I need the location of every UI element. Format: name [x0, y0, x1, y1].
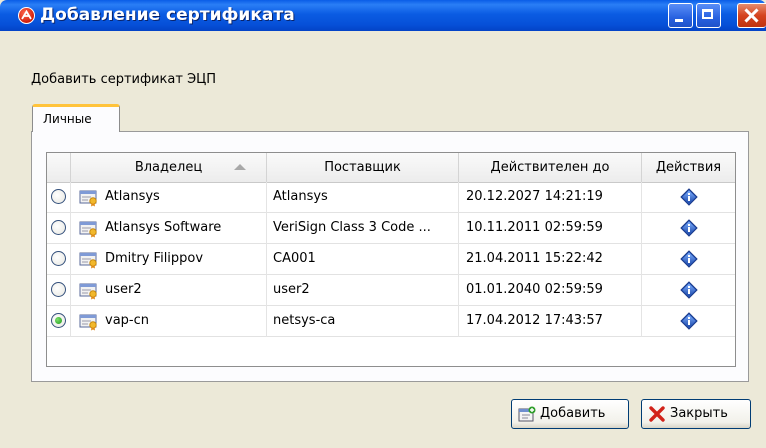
- certificate-icon: [79, 282, 99, 300]
- info-icon[interactable]: [679, 188, 698, 206]
- owner-cell: Atlansys: [71, 182, 267, 213]
- column-header-owner-label: Владелец: [134, 160, 203, 175]
- column-header-issuer[interactable]: Поставщик: [267, 153, 459, 182]
- add-button-label: Добавить: [540, 406, 606, 421]
- certificates-table: Владелец Поставщик Действителен до Дейст…: [46, 152, 736, 367]
- info-icon[interactable]: [679, 250, 698, 268]
- owner-text: Atlansys: [105, 189, 160, 204]
- column-header-valid-until[interactable]: Действителен до: [459, 153, 642, 182]
- issuer-cell: CA001: [267, 244, 459, 275]
- table-row[interactable]: Atlansys Atlansys 20.12.2027 14:21:19: [47, 182, 735, 213]
- owner-cell: Dmitry Filippov: [71, 244, 267, 275]
- owner-text: vap-cn: [105, 313, 149, 328]
- tab-personal[interactable]: Личные: [32, 104, 120, 132]
- column-header-owner[interactable]: Владелец: [71, 153, 267, 182]
- close-window-button[interactable]: [737, 3, 766, 28]
- select-cell: [47, 182, 71, 213]
- valid-until-cell: 20.12.2027 14:21:19: [459, 182, 642, 213]
- row-radio-button[interactable]: [51, 189, 66, 204]
- table-row[interactable]: vap-cn netsys-ca 17.04.2012 17:43:57: [47, 306, 735, 337]
- select-cell: [47, 213, 71, 244]
- owner-cell: vap-cn: [71, 306, 267, 337]
- tab-label: Личные: [43, 112, 92, 126]
- maximize-button[interactable]: [696, 3, 721, 28]
- valid-until-cell: 21.04.2011 15:22:42: [459, 244, 642, 275]
- minimize-button[interactable]: [668, 3, 693, 28]
- certificate-icon: [79, 189, 99, 207]
- sort-ascending-icon: [234, 164, 246, 170]
- select-cell: [47, 306, 71, 337]
- issuer-cell: VeriSign Class 3 Code ...: [267, 213, 459, 244]
- actions-cell: [642, 213, 735, 244]
- actions-cell: [642, 275, 735, 306]
- column-header-actions[interactable]: Действия: [642, 153, 735, 182]
- certificate-icon: [79, 313, 99, 331]
- valid-until-cell: 10.11.2011 02:59:59: [459, 213, 642, 244]
- info-icon[interactable]: [679, 281, 698, 299]
- row-radio-button[interactable]: [51, 220, 66, 235]
- select-cell: [47, 244, 71, 275]
- info-icon[interactable]: [679, 312, 698, 330]
- table-row[interactable]: Dmitry Filippov CA001 21.04.2011 15:22:42: [47, 244, 735, 275]
- issuer-cell: netsys-ca: [267, 306, 459, 337]
- certificate-icon: [79, 220, 99, 238]
- close-button-label: Закрыть: [670, 406, 728, 421]
- close-x-icon: [649, 406, 665, 422]
- valid-until-cell: 01.01.2040 02:59:59: [459, 275, 642, 306]
- actions-cell: [642, 306, 735, 337]
- table-row[interactable]: user2 user2 01.01.2040 02:59:59: [47, 275, 735, 306]
- row-radio-button[interactable]: [51, 282, 66, 297]
- dialog-subtitle: Добавить сертификат ЭЦП: [31, 72, 217, 87]
- owner-text: user2: [105, 282, 142, 297]
- row-radio-button[interactable]: [51, 313, 66, 328]
- info-icon[interactable]: [679, 219, 698, 237]
- owner-cell: Atlansys Software: [71, 213, 267, 244]
- issuer-cell: Atlansys: [267, 182, 459, 213]
- title-bar[interactable]: Добавление сертификата: [0, 0, 766, 31]
- table-row[interactable]: Atlansys Software VeriSign Class 3 Code .…: [47, 213, 735, 244]
- certificate-dialog: Добавление сертификата Добавить сертифик…: [0, 0, 766, 448]
- window-title: Добавление сертификата: [40, 5, 295, 25]
- actions-cell: [642, 182, 735, 213]
- row-radio-button[interactable]: [51, 251, 66, 266]
- select-column-header: [47, 153, 71, 182]
- valid-until-cell: 17.04.2012 17:43:57: [459, 306, 642, 337]
- select-cell: [47, 275, 71, 306]
- add-button[interactable]: Добавить: [511, 399, 629, 429]
- app-logo-icon: [18, 7, 35, 24]
- owner-text: Dmitry Filippov: [105, 251, 204, 266]
- table-header: Владелец Поставщик Действителен до Дейст…: [47, 153, 735, 183]
- certificate-icon: [79, 251, 99, 269]
- owner-cell: user2: [71, 275, 267, 306]
- actions-cell: [642, 244, 735, 275]
- close-button[interactable]: Закрыть: [641, 399, 751, 429]
- add-certificate-icon: [518, 406, 536, 422]
- owner-text: Atlansys Software: [105, 220, 222, 235]
- issuer-cell: user2: [267, 275, 459, 306]
